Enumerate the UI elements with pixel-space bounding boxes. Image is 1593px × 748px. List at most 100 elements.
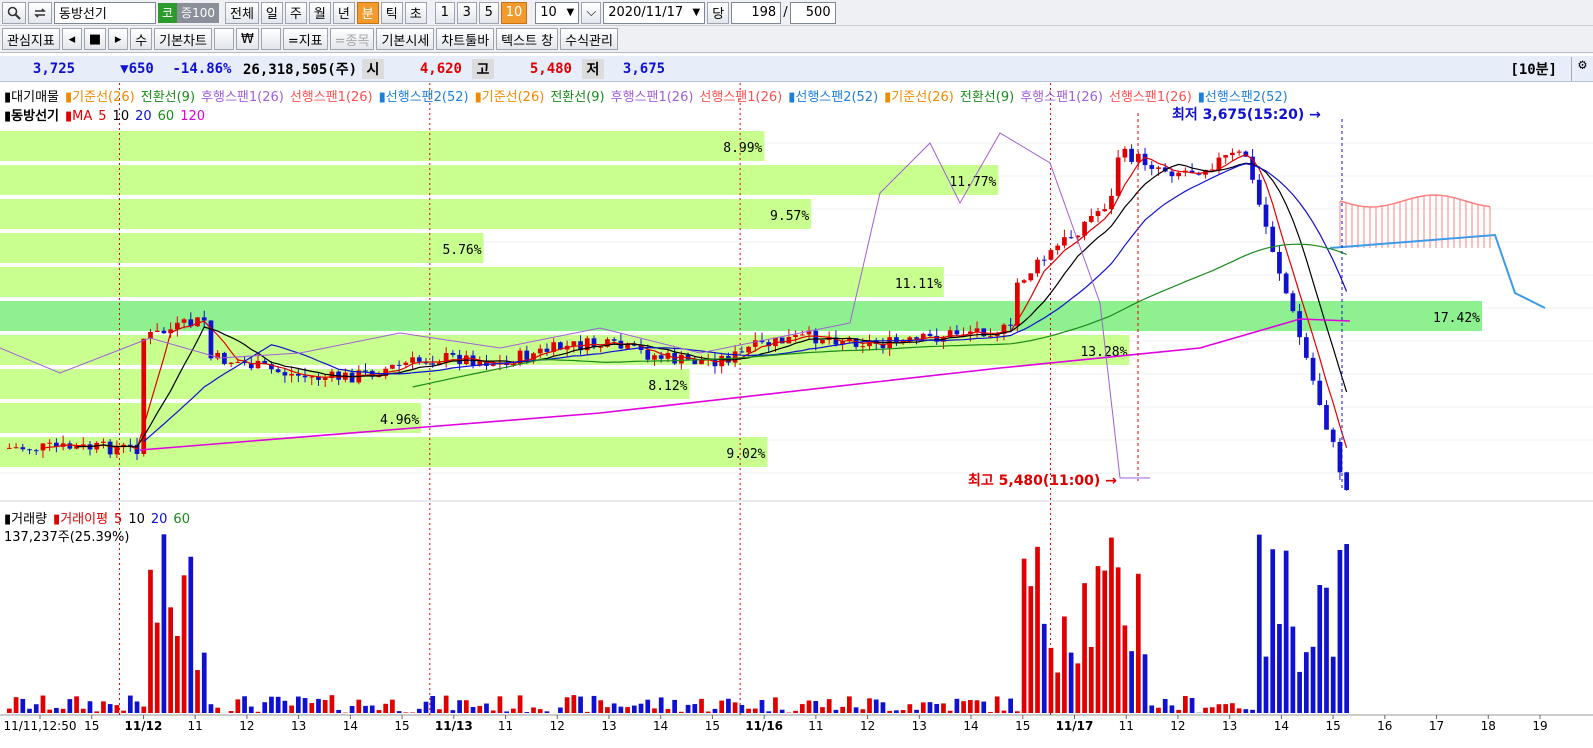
chart-area[interactable]: 8.99%11.77%9.57%5.76%11.11%17.42%13.28%8… xyxy=(0,83,1593,744)
period-button[interactable]: 분 xyxy=(357,2,379,24)
volume-bar xyxy=(666,709,671,713)
period-button[interactable]: 초 xyxy=(405,2,427,24)
volume-bar xyxy=(733,702,738,713)
period-buttons: 전체일주월년분틱초 xyxy=(225,2,427,24)
x-tick-label: 11 xyxy=(1119,719,1134,733)
period-button[interactable]: 일 xyxy=(261,2,283,24)
toolbar2-button[interactable]: 기본시세 xyxy=(376,28,434,50)
price-chart-svg[interactable]: 8.99%11.77%9.57%5.76%11.11%17.42%13.28%8… xyxy=(0,83,1593,744)
candle-body xyxy=(67,443,72,448)
x-tick-label: 15 xyxy=(1325,719,1340,733)
volume-legend: ▮거래량▮거래이평5102060 xyxy=(4,508,196,527)
volume-bar xyxy=(1297,672,1302,713)
toolbar2-button[interactable]: 관심지표 xyxy=(2,28,60,50)
x-tick-label: 15 xyxy=(705,719,720,733)
volume-bar xyxy=(1230,703,1235,713)
period-button[interactable]: 주 xyxy=(285,2,307,24)
volume-bar xyxy=(47,710,52,713)
toolbar2-button[interactable]: ₩ xyxy=(236,28,259,50)
candle-body xyxy=(182,319,187,322)
legend-item: 선행스팬1(26) xyxy=(699,90,782,105)
count-total-input[interactable]: 500 xyxy=(790,2,836,24)
volume-bar xyxy=(1243,709,1248,713)
refresh-button[interactable] xyxy=(28,2,52,24)
legend-item: 선행스팬1(26) xyxy=(290,90,373,105)
legend-item: ▮기준선(26) xyxy=(65,90,135,105)
toolbar2-button[interactable] xyxy=(214,28,234,50)
candle-body xyxy=(403,363,408,365)
interval-button[interactable]: 5 xyxy=(479,2,499,24)
legend-item: 5 xyxy=(98,109,106,124)
volume-bar xyxy=(713,709,718,713)
volume-profile-bar xyxy=(0,403,421,433)
interval-button[interactable]: 1 xyxy=(435,2,455,24)
toolbar2-button[interactable]: 수 xyxy=(130,28,152,50)
toolbar2-button[interactable]: 차트툴바 xyxy=(436,28,494,50)
volume-bar xyxy=(1136,574,1141,713)
interval-select[interactable]: 10▼ xyxy=(535,2,579,24)
candle-body xyxy=(538,349,543,354)
volume-bar xyxy=(417,709,422,713)
period-button[interactable]: 틱 xyxy=(381,2,403,24)
volume-bar xyxy=(323,700,328,713)
search-button[interactable] xyxy=(2,2,26,24)
high-price-marker: 최고 5,480(11:00) → xyxy=(968,473,1117,489)
count-input[interactable]: 198 xyxy=(731,2,781,24)
candle-body xyxy=(773,338,778,347)
toolbar-secondary: 관심지표◂■▸수기본차트 ₩ =지표=종목기본시세차트툴바텍스트 창수식관리 xyxy=(0,26,1593,53)
toolbar2-button[interactable] xyxy=(261,28,281,50)
volume-bar xyxy=(383,704,388,713)
candle-body xyxy=(1176,173,1181,176)
candle-body xyxy=(645,350,650,360)
candle-body xyxy=(746,347,751,353)
volume-bar xyxy=(592,696,597,713)
volume-bar xyxy=(403,712,408,713)
x-tick-label: 13 xyxy=(601,719,616,733)
interval-button[interactable]: 3 xyxy=(457,2,477,24)
candle-body xyxy=(1049,250,1054,260)
candle-body xyxy=(283,372,288,375)
stock-name-label: ▮동방선기 xyxy=(4,109,59,124)
volume-bar xyxy=(1277,624,1282,713)
volume-bar xyxy=(1250,710,1255,713)
volume-bar xyxy=(471,707,476,713)
interval-button[interactable]: 10 xyxy=(501,2,528,24)
legend-item: 20 xyxy=(135,109,152,124)
volume-bar xyxy=(256,712,261,713)
volume-bar xyxy=(867,698,872,713)
legend-item: 20 xyxy=(151,512,168,527)
toolbar2-button[interactable]: =지표 xyxy=(283,28,328,50)
volume-bar xyxy=(760,700,765,713)
candle-body xyxy=(1042,260,1047,261)
date-select[interactable]: 2020/11/17▼ xyxy=(603,2,705,24)
volume-bar xyxy=(1123,625,1128,713)
candle-body xyxy=(27,449,32,450)
candle-body xyxy=(1156,167,1161,169)
volume-bar xyxy=(81,709,86,713)
candle-body xyxy=(1284,274,1289,294)
legend-item: 10 xyxy=(128,512,145,527)
period-button[interactable]: 전체 xyxy=(225,2,259,24)
volume-bar xyxy=(276,697,281,713)
candle-body xyxy=(430,363,435,364)
settings-icon[interactable]: ⚙ xyxy=(1571,57,1593,81)
volume-bar xyxy=(1270,549,1275,713)
count-label-button[interactable]: 당 xyxy=(707,2,729,24)
candle-body xyxy=(679,355,684,364)
candle-body xyxy=(713,359,718,366)
volume-bar xyxy=(1102,571,1107,713)
toolbar2-button[interactable]: =종목 xyxy=(330,28,375,50)
volume-bar xyxy=(659,697,664,713)
period-button[interactable]: 년 xyxy=(333,2,355,24)
volume-bar xyxy=(753,709,758,713)
toolbar2-button[interactable]: 수식관리 xyxy=(560,28,618,50)
volume-bar xyxy=(67,699,72,713)
chevron-down-icon[interactable]: ⌵ xyxy=(581,2,601,24)
toolbar2-button[interactable]: ■ xyxy=(84,28,106,50)
toolbar2-button[interactable]: 기본차트 xyxy=(154,28,212,50)
stock-name-input[interactable]: 동방선기 xyxy=(54,2,156,24)
toolbar2-button[interactable]: ◂ xyxy=(62,28,82,50)
period-button[interactable]: 월 xyxy=(309,2,331,24)
toolbar2-button[interactable]: 텍스트 창 xyxy=(496,28,558,50)
toolbar2-button[interactable]: ▸ xyxy=(108,28,128,50)
